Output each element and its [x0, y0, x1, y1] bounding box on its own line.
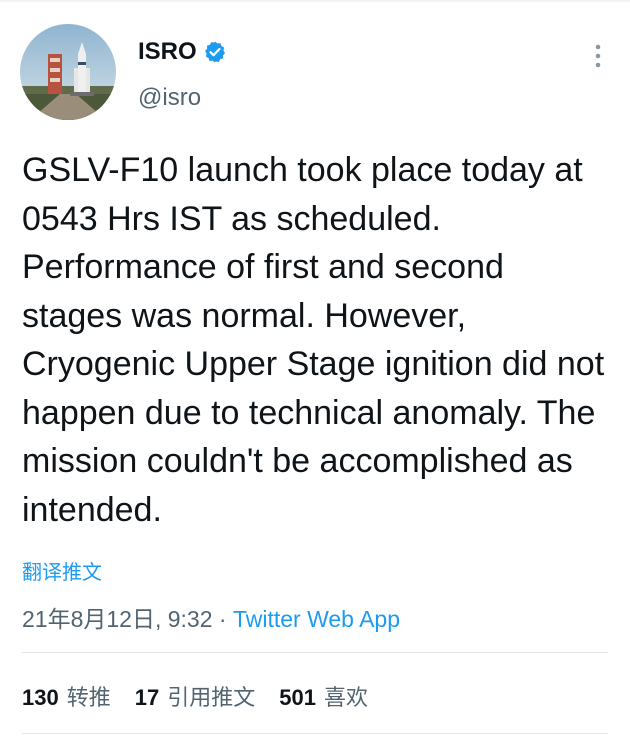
quote-tweets-label: 引用推文 [167, 685, 256, 710]
divider [22, 733, 608, 734]
user-handle[interactable]: @isro [138, 84, 201, 112]
retweets-stat[interactable]: 130 转推 [22, 680, 111, 712]
retweets-label: 转推 [66, 685, 111, 710]
likes-label: 喜欢 [323, 685, 368, 710]
retweets-count: 130 [22, 685, 59, 710]
avatar[interactable] [20, 24, 116, 120]
name-row: ISRO [138, 38, 227, 66]
divider [22, 652, 608, 653]
engagement-stats: 130 转推 17 引用推文 501 喜欢 [22, 680, 392, 712]
translate-tweet-link[interactable]: 翻译推文 [22, 556, 102, 585]
top-border [0, 0, 630, 2]
display-name[interactable]: ISRO [138, 38, 197, 66]
tweet-timestamp[interactable]: 21年8月12日, 9:32 [22, 606, 213, 632]
tweet-header: ISRO @isro [20, 24, 610, 124]
more-vertical-icon[interactable] [590, 42, 606, 70]
likes-count: 501 [279, 685, 316, 710]
rocket-launch-avatar-image [20, 24, 116, 120]
tweet-text: GSLV-F10 launch took place today at 0543… [22, 151, 605, 529]
quote-tweets-count: 17 [134, 685, 160, 710]
tweet-source-link[interactable]: Twitter Web App [233, 606, 400, 632]
quote-tweets-stat[interactable]: 17 引用推文 [135, 680, 256, 712]
tweet-meta: 21年8月12日, 9:32 · Twitter Web App [22, 600, 400, 634]
likes-stat[interactable]: 501 喜欢 [279, 680, 368, 712]
verified-badge-icon [203, 40, 227, 64]
meta-separator: · [218, 606, 227, 632]
